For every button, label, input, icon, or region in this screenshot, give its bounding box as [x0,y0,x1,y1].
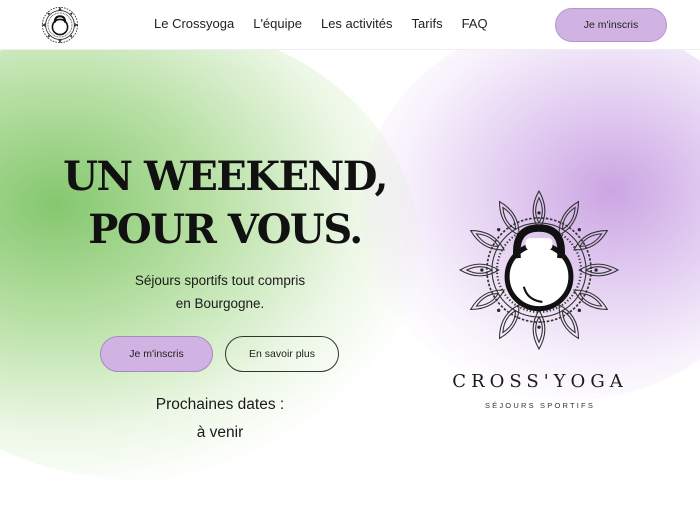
nav-item-le-crossyoga[interactable]: Le Crossyoga [154,16,234,31]
nav-item-activites[interactable]: Les activités [321,16,393,31]
hero-subtitle: Séjours sportifs tout compris en Bourgog… [100,269,340,315]
site-header: Le Crossyoga L'équipe Les activités Tari… [0,0,700,50]
brand-tagline: SÉJOURS SPORTIFS [484,401,596,410]
brand-name: CROSS'YOGA [452,371,628,392]
mandala-kettlebell-logo-icon [459,189,619,350]
hero-title-line-1: UN WEEKEND, [63,153,388,200]
mandala-kettlebell-logo-icon[interactable] [40,5,80,45]
next-dates-value: à venir [196,424,244,441]
hero-signup-button[interactable]: Je m'inscris [100,336,213,372]
hero-subtitle-line-1: Séjours sportifs tout compris [134,273,306,288]
nav-item-equipe[interactable]: L'équipe [253,16,302,31]
header-signup-button[interactable]: Je m'inscris [555,8,667,42]
nav-item-tarifs[interactable]: Tarifs [412,16,443,31]
next-dates-title: Prochaines dates : [155,396,285,413]
hero-subtitle-line-2: en Bourgogne. [175,296,265,311]
nav-item-faq[interactable]: FAQ [462,16,488,31]
page: Le Crossyoga L'équipe Les activités Tari… [0,0,700,525]
hero-title: UN WEEKEND, POUR VOUS. [40,150,410,256]
main-nav: Le Crossyoga L'équipe Les activités Tari… [154,16,488,31]
learn-more-button[interactable]: En savoir plus [225,336,339,372]
hero-title-line-2: POUR VOUS. [88,206,363,253]
